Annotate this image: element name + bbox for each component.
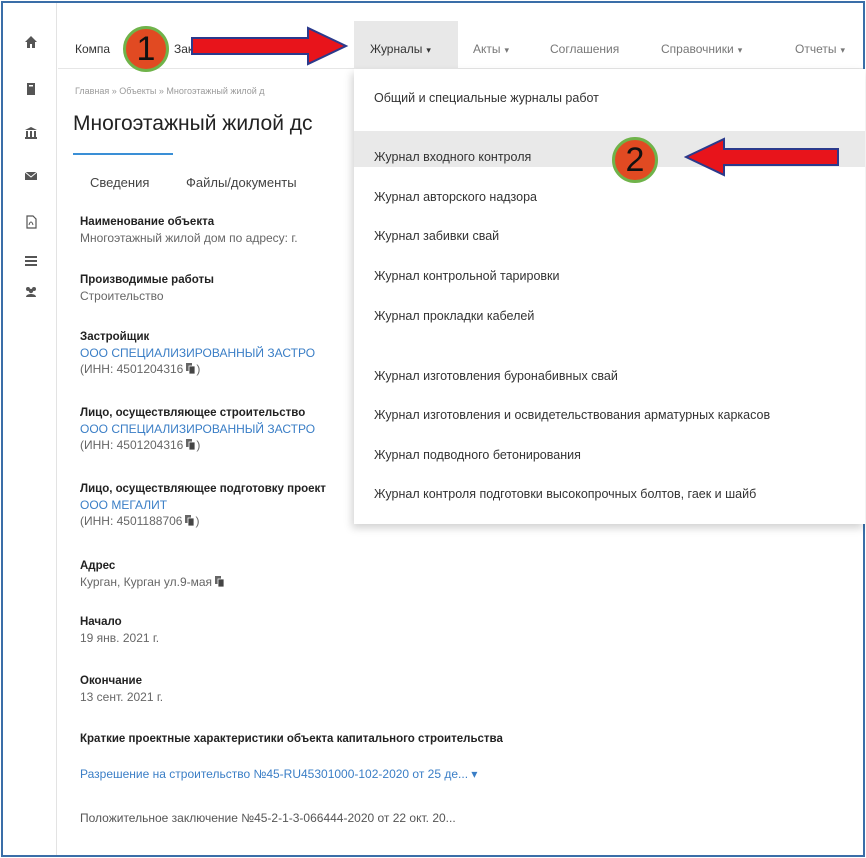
- field-value: Многоэтажный жилой дом по адресу: г.: [80, 231, 298, 245]
- field-value: (ИНН: 4501204316): [80, 438, 201, 452]
- field-value: 19 янв. 2021 г.: [80, 631, 160, 645]
- list-icon[interactable]: [24, 254, 38, 268]
- field-label: Адрес: [80, 560, 116, 572]
- pdf-icon[interactable]: [24, 215, 38, 229]
- copy-icon[interactable]: [186, 363, 196, 374]
- field-value: Строительство: [80, 289, 164, 303]
- field-end: Окончание 13 сент. 2021 г.: [80, 673, 360, 705]
- step-1-badge: 1: [123, 26, 169, 72]
- builder-link[interactable]: ООО СПЕЦИАЛИЗИРОВАННЫЙ ЗАСТРО: [80, 421, 360, 437]
- field-label: Начало: [80, 616, 122, 628]
- top-navigation: Компа Зак Журналы ▾ Акты ▾ Соглашения Спра…: [58, 3, 863, 71]
- field-address: Адрес Курган, Курган ул.9-мая: [80, 558, 360, 590]
- field-value: 13 сент. 2021 г.: [80, 690, 164, 704]
- menu-item-underwater-concreting[interactable]: Журнал подводного бетонирования: [374, 448, 581, 462]
- designer-link[interactable]: ООО МЕГАЛИТ: [80, 497, 360, 513]
- breadcrumb[interactable]: Главная » Объекты » Многоэтажный жилой д: [75, 86, 355, 96]
- menu-item-rebar-cages[interactable]: Журнал изготовления и освидетельствовани…: [374, 408, 770, 422]
- menu-item-input-control[interactable]: Журнал входного контроля: [374, 150, 531, 164]
- chevron-down-icon: ▾: [426, 45, 431, 55]
- field-works: Производимые работы Строительство: [80, 272, 360, 304]
- field-label: Лицо, осуществляющее строительство: [80, 407, 306, 419]
- nav-directories[interactable]: Справочники ▾: [661, 42, 742, 56]
- copy-icon[interactable]: [186, 439, 196, 450]
- book-icon[interactable]: [24, 82, 38, 96]
- conclusion-text: Положительное заключение №45-2-1-3-06644…: [80, 811, 456, 825]
- field-value: Курган, Курган ул.9-мая: [80, 574, 360, 590]
- bank-icon[interactable]: [24, 126, 38, 140]
- step-1-arrow: [191, 26, 349, 66]
- step-2-badge: 2: [612, 137, 658, 183]
- users-icon[interactable]: [24, 285, 38, 299]
- field-developer: Застройщик ООО СПЕЦИАЛИЗИРОВАННЫЙ ЗАСТРО…: [80, 329, 360, 377]
- menu-item-author-supervision[interactable]: Журнал авторского надзора: [374, 190, 537, 204]
- tab-info[interactable]: Сведения: [90, 175, 149, 190]
- menu-item-pile-driving[interactable]: Журнал забивки свай: [374, 229, 499, 243]
- field-label: Застройщик: [80, 331, 150, 343]
- field-label: Лицо, осуществляющее подготовку проект: [80, 483, 326, 495]
- nav-journals[interactable]: Журналы ▾: [370, 42, 431, 56]
- characteristics-heading: Краткие проектные характеристики объекта…: [80, 733, 503, 745]
- nav-acts[interactable]: Акты ▾: [473, 42, 509, 56]
- nav-reports[interactable]: Отчеты ▾: [795, 42, 845, 56]
- field-value: (ИНН: 4501204316): [80, 362, 201, 376]
- nav-agreements[interactable]: Соглашения: [550, 42, 619, 56]
- menu-item-bored-piles[interactable]: Журнал изготовления буронабивных свай: [374, 369, 618, 383]
- tab-files[interactable]: Файлы/документы: [186, 175, 297, 190]
- menu-item-calibration[interactable]: Журнал контрольной тарировки: [374, 269, 560, 283]
- field-label: Окончание: [80, 675, 143, 687]
- field-start: Начало 19 янв. 2021 г.: [80, 614, 360, 646]
- field-object-name: Наименование объекта Многоэтажный жилой …: [80, 214, 360, 246]
- field-builder: Лицо, осуществляющее строительство ООО С…: [80, 405, 360, 453]
- menu-item-general-journals[interactable]: Общий и специальные журналы работ: [374, 91, 599, 105]
- field-value: (ИНН: 4501188706): [80, 514, 200, 528]
- chevron-down-icon: ▾: [504, 45, 510, 55]
- field-label: Производимые работы: [80, 274, 214, 286]
- chevron-down-icon: ▾: [737, 45, 743, 55]
- step-2-arrow: [684, 137, 839, 177]
- home-icon[interactable]: [24, 35, 38, 49]
- page-title: Многоэтажный жилой дс: [73, 112, 313, 135]
- field-label: Наименование объекта: [80, 216, 215, 228]
- field-designer: Лицо, осуществляющее подготовку проект О…: [80, 481, 360, 529]
- mail-icon[interactable]: [24, 169, 38, 183]
- chevron-down-icon: ▾: [840, 45, 846, 55]
- copy-icon[interactable]: [185, 515, 195, 526]
- nav-company[interactable]: Компа: [75, 42, 110, 56]
- developer-link[interactable]: ООО СПЕЦИАЛИЗИРОВАННЫЙ ЗАСТРО: [80, 345, 360, 361]
- title-underline: [73, 153, 173, 155]
- menu-item-hs-bolts[interactable]: Журнал контроля подготовки высокопрочных…: [374, 487, 756, 501]
- left-icon-rail: [3, 3, 57, 855]
- menu-item-cable-laying[interactable]: Журнал прокладки кабелей: [374, 309, 534, 323]
- copy-icon[interactable]: [215, 576, 225, 587]
- permit-link[interactable]: Разрешение на строительство №45-RU453010…: [80, 767, 477, 781]
